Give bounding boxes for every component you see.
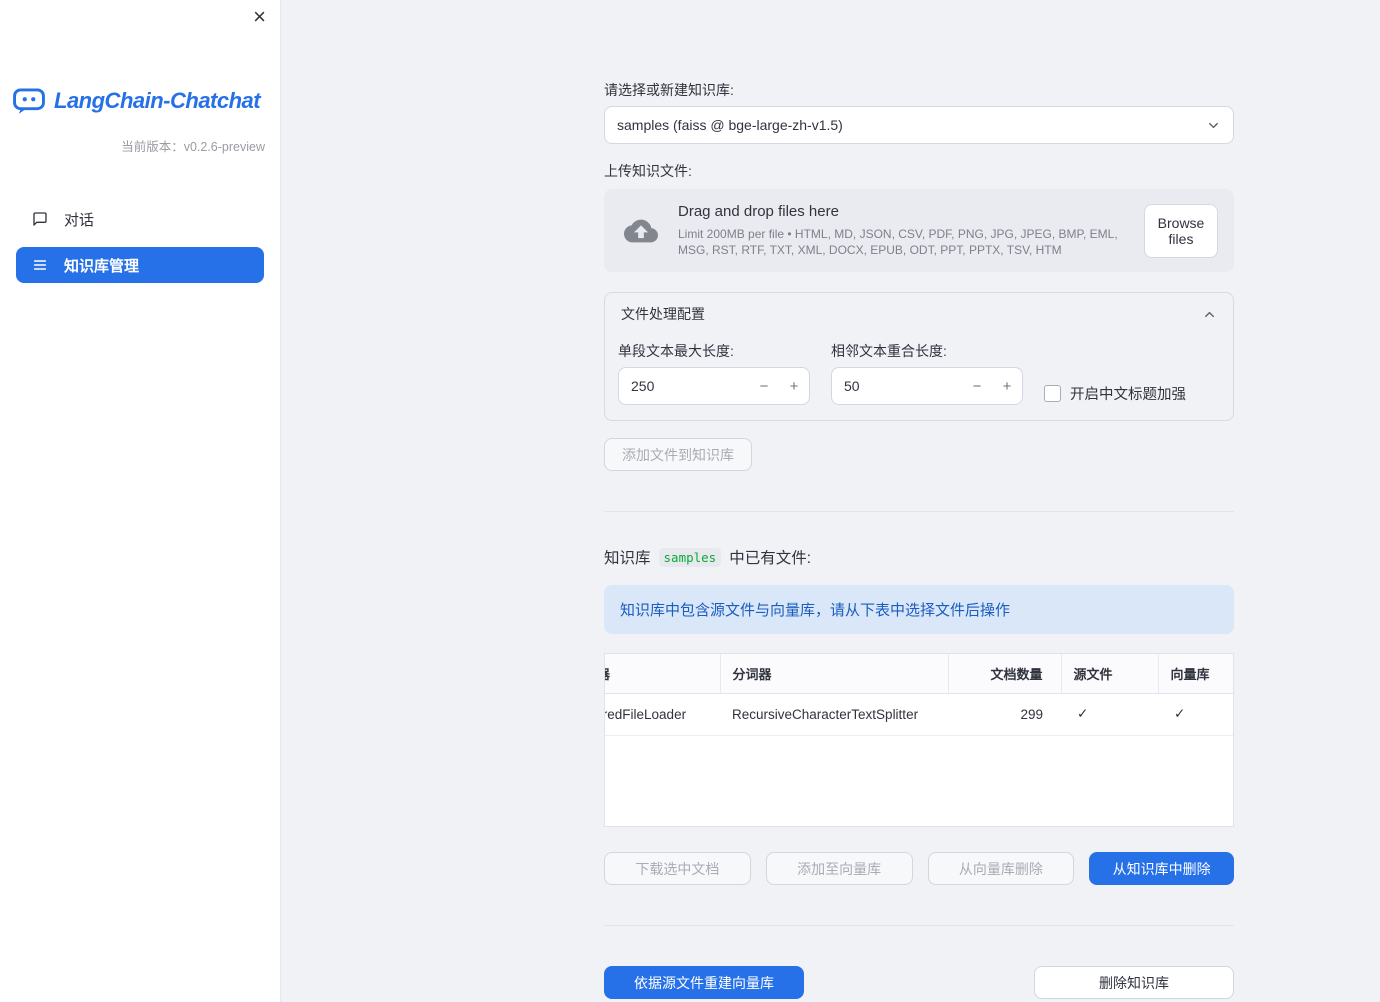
cell-splitter: RecursiveCharacterTextSplitter: [720, 693, 948, 736]
kb-selectbox[interactable]: samples (faiss @ bge-large-zh-v1.5): [604, 106, 1234, 144]
app-window: × LangChain-Chatchat 当前版本：v0.2.6-preview: [0, 0, 1380, 1002]
chunk-size-label: 单段文本最大长度:: [618, 343, 734, 360]
zh-title-enhance-label: 开启中文标题加强: [1070, 387, 1186, 404]
sidebar: × LangChain-Chatchat 当前版本：v0.2.6-preview: [0, 0, 280, 1002]
sidebar-nav: 对话 知识库管理: [0, 185, 280, 299]
drag-drop-text: Drag and drop files here: [678, 203, 839, 220]
main-area: 请选择或新建知识库: samples (faiss @ bge-large-zh…: [280, 0, 1380, 1002]
file-config-expander-header[interactable]: 文件处理配置: [605, 293, 1233, 335]
divider: [604, 511, 1234, 513]
table-row[interactable]: UnstructuredFileLoader RecursiveCharacte…: [605, 693, 1233, 736]
chunk-size-value: 250: [631, 378, 655, 395]
file-config-body: 单段文本最大长度: 250 − + 相邻文本重合长度: 50 − + 开启中文标…: [605, 335, 1233, 420]
chunk-size-input[interactable]: 250 − +: [618, 367, 810, 406]
kb-actions-row: 依据源文件重建向量库 删除知识库: [604, 966, 1234, 1000]
browse-files-button[interactable]: Browse files: [1144, 203, 1218, 258]
chevron-up-icon: [1202, 307, 1217, 322]
chunk-size-group: 单段文本最大长度: 250 − +: [618, 341, 810, 406]
add-to-vector-store-button[interactable]: 添加至向量库: [765, 852, 913, 886]
column-header-loader[interactable]: 文档加载器: [605, 654, 721, 694]
cell-loader: UnstructuredFileLoader: [605, 693, 720, 736]
cloud-upload-icon: [620, 214, 662, 248]
sidebar-item-label: 知识库管理: [64, 257, 140, 275]
kb-name-code: samples: [658, 547, 722, 567]
expander-title: 文件处理配置: [621, 306, 705, 323]
langchain-chatchat-logo-icon: [12, 86, 46, 116]
kb-files-prefix: 知识库: [604, 550, 651, 568]
file-uploader-dropzone[interactable]: Drag and drop files here Limit 200MB per…: [604, 189, 1234, 273]
kb-select-label: 请选择或新建知识库:: [604, 82, 734, 98]
column-header-doc-count[interactable]: 文档数量: [948, 654, 1062, 694]
column-header-source-file[interactable]: 源文件: [1061, 654, 1159, 694]
overlap-size-group: 相邻文本重合长度: 50 − +: [831, 341, 1023, 406]
file-actions-row: 下载选中文档 添加至向量库 从向量库删除 从知识库中删除: [604, 852, 1234, 886]
chat-bubble-icon: [32, 211, 48, 227]
chunk-size-increment-button[interactable]: +: [779, 368, 809, 404]
cell-source-file-check: ✓: [1061, 693, 1158, 736]
sidebar-item-knowledge-base[interactable]: 知识库管理: [16, 247, 264, 283]
overlap-size-label: 相邻文本重合长度:: [831, 343, 947, 360]
overlap-size-value: 50: [844, 378, 860, 395]
upload-limit-text: Limit 200MB per file • HTML, MD, JSON, C…: [678, 227, 1118, 258]
sidebar-item-dialogue[interactable]: 对话: [16, 201, 264, 237]
add-files-to-kb-button[interactable]: 添加文件到知识库: [604, 438, 752, 472]
info-message: 知识库中包含源文件与向量库，请从下表中选择文件后操作: [604, 585, 1234, 635]
overlap-size-increment-button[interactable]: +: [992, 368, 1022, 404]
close-sidebar-icon[interactable]: ×: [253, 6, 266, 28]
cell-vector-store-check: ✓: [1158, 693, 1233, 736]
logo: LangChain-Chatchat: [0, 86, 280, 116]
chevron-down-icon: [1206, 118, 1221, 133]
upload-files-label: 上传知识文件:: [604, 163, 692, 179]
kb-selectbox-value: samples (faiss @ bge-large-zh-v1.5): [617, 117, 843, 133]
logo-text: LangChain-Chatchat: [54, 88, 261, 113]
cell-doc-count: 299: [948, 693, 1061, 736]
rebuild-vector-store-button[interactable]: 依据源文件重建向量库: [604, 966, 804, 1000]
column-header-splitter[interactable]: 分词器: [720, 654, 949, 694]
kb-files-suffix: 中已有文件:: [729, 550, 812, 568]
version-label: 当前版本：v0.2.6-preview: [121, 140, 265, 154]
delete-from-vector-store-button[interactable]: 从向量库删除: [927, 852, 1075, 886]
chunk-size-decrement-button[interactable]: −: [749, 368, 779, 404]
delete-kb-button[interactable]: 删除知识库: [1034, 966, 1234, 1000]
column-header-vector-store[interactable]: 向量库: [1158, 654, 1233, 694]
sidebar-item-label: 对话: [64, 211, 95, 229]
kb-files-table[interactable]: 文档加载器 分词器 文档数量 源文件 向量库 UnstructuredFileL…: [604, 653, 1234, 828]
delete-from-kb-button[interactable]: 从知识库中删除: [1089, 852, 1234, 886]
uploader-texts: Drag and drop files here Limit 200MB per…: [678, 203, 1128, 258]
kb-files-heading: 知识库 samples 中已有文件:: [604, 546, 1234, 568]
zh-title-enhance-checkbox[interactable]: [1044, 385, 1061, 403]
zh-title-enhance-group: 开启中文标题加强: [1044, 383, 1186, 404]
list-icon: [32, 257, 48, 273]
divider: [604, 925, 1234, 927]
overlap-size-decrement-button[interactable]: −: [962, 368, 992, 404]
download-selected-button[interactable]: 下载选中文档: [604, 852, 751, 886]
overlap-size-input[interactable]: 50 − +: [831, 367, 1023, 406]
table-header-row: 文档加载器 分词器 文档数量 源文件 向量库: [605, 654, 1233, 694]
file-config-expander: 文件处理配置 单段文本最大长度: 250 − + 相邻文本重合长度: 50 − …: [604, 292, 1234, 422]
